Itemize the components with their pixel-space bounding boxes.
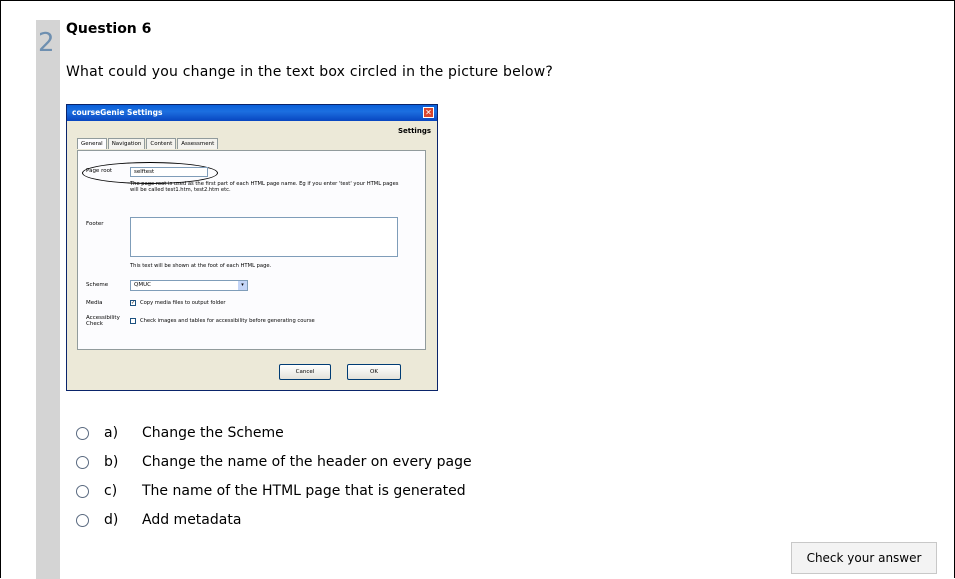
- accessibility-check-label: Check images and tables for accessibilit…: [140, 318, 315, 324]
- footer-help: This text will be shown at the foot of e…: [130, 263, 272, 269]
- option-text: The name of the HTML page that is genera…: [142, 483, 466, 499]
- option-text: Change the name of the header on every p…: [142, 454, 472, 470]
- footer-field: [130, 217, 398, 257]
- question-text: What could you change in the text box ci…: [66, 64, 554, 80]
- general-panel: Page root selftest The page root is used…: [77, 150, 426, 350]
- option-letter: a): [104, 425, 119, 441]
- option-text: Add metadata: [142, 512, 242, 528]
- option-letter: c): [104, 483, 118, 499]
- chevron-down-icon: ▾: [238, 281, 247, 290]
- question-sidebar: [36, 20, 60, 579]
- option-a-radio[interactable]: [76, 426, 89, 440]
- tab-assessment: Assessment: [177, 138, 219, 149]
- dialog-titlebar: courseGenie Settings ✕: [67, 105, 437, 121]
- scheme-value: QMUC: [134, 282, 151, 288]
- scheme-label: Scheme: [86, 282, 109, 288]
- option-c-radio[interactable]: [76, 484, 89, 498]
- media-check-label: Copy media files to output folder: [140, 300, 226, 306]
- scheme-select: QMUC ▾: [130, 280, 248, 291]
- close-icon: ✕: [423, 107, 434, 118]
- question-number: 2: [38, 28, 55, 58]
- dialog-title: courseGenie Settings: [72, 108, 163, 117]
- accessibility-checkbox: [130, 318, 136, 324]
- cancel-button: Cancel: [279, 364, 331, 380]
- option-b[interactable]: b) Change the name of the header on ever…: [76, 454, 472, 470]
- dialog-tabs: General Navigation Content Assessment: [77, 138, 219, 149]
- option-letter: b): [104, 454, 119, 470]
- option-c[interactable]: c) The name of the HTML page that is gen…: [76, 483, 466, 499]
- tab-navigation: Navigation: [107, 138, 146, 149]
- page-root-label: Page root: [86, 168, 113, 174]
- page-root-field: selftest: [130, 167, 208, 177]
- option-letter: d): [104, 512, 119, 528]
- settings-dialog-image: courseGenie Settings ✕ Settings General …: [66, 104, 438, 391]
- check-answer-button[interactable]: Check your answer: [791, 542, 937, 574]
- option-text: Change the Scheme: [142, 425, 284, 441]
- ok-button: OK: [347, 364, 401, 380]
- tab-general: General: [77, 138, 107, 149]
- option-a[interactable]: a) Change the Scheme: [76, 425, 284, 441]
- option-d[interactable]: d) Add metadata: [76, 512, 241, 528]
- option-b-radio[interactable]: [76, 455, 89, 469]
- media-checkbox: ✓: [130, 300, 136, 306]
- page-root-help: The page root is used as the first part …: [130, 181, 399, 193]
- dialog-heading: Settings: [397, 127, 431, 135]
- accessibility-label: Accessibility Check: [86, 315, 120, 327]
- option-d-radio[interactable]: [76, 513, 89, 527]
- question-title: Question 6: [66, 21, 152, 37]
- footer-label: Footer: [86, 221, 104, 227]
- tab-content: Content: [146, 138, 177, 149]
- media-label: Media: [86, 300, 103, 306]
